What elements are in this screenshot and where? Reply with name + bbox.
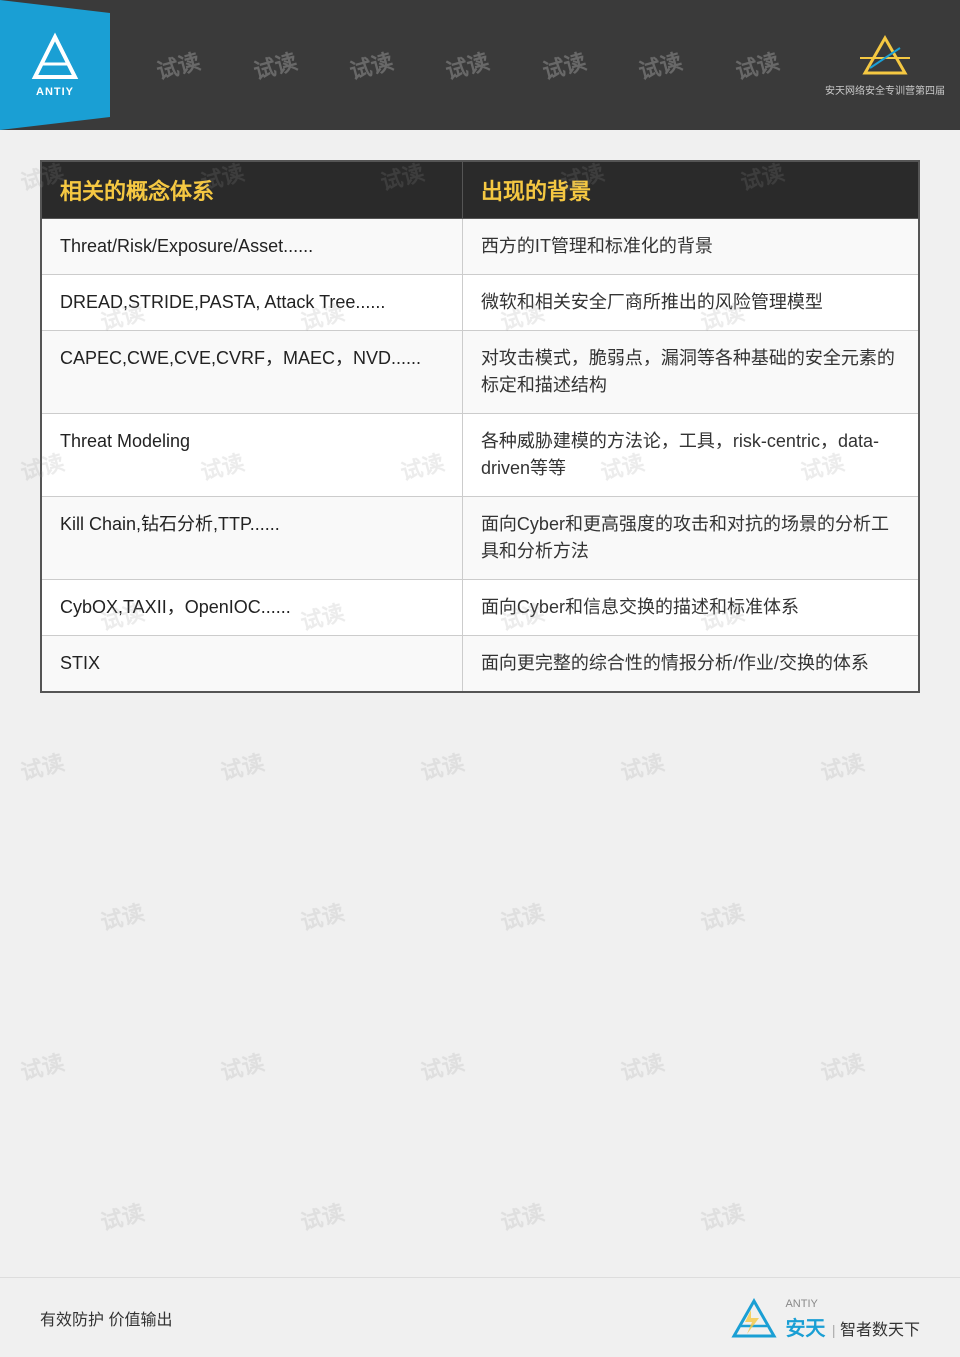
page-wm-21: 试读 [617, 745, 668, 787]
header-wm-5: 试读 [538, 44, 589, 86]
table-cell-right-0: 西方的IT管理和标准化的背景 [462, 219, 919, 275]
page-wm-33: 试读 [297, 1195, 348, 1237]
page-wm-34: 试读 [497, 1195, 548, 1237]
data-table: 相关的概念体系 出现的背景 Threat/Risk/Exposure/Asset… [40, 160, 920, 693]
header-brand: 安天网络安全专训营第四届 [825, 15, 945, 115]
footer-left-text: 有效防护 价值输出 [40, 1306, 172, 1330]
header-wm-4: 试读 [442, 44, 493, 86]
page-wm-29: 试读 [417, 1045, 468, 1087]
table-cell-right-4: 面向Cyber和更高强度的攻击和对抗的场景的分析工具和分析方法 [462, 497, 919, 580]
table-cell-right-6: 面向更完整的综合性的情报分析/作业/交换的体系 [462, 636, 919, 693]
col2-header: 出现的背景 [462, 161, 919, 219]
header-wm-2: 试读 [249, 44, 300, 86]
table-cell-right-1: 微软和相关安全厂商所推出的风险管理模型 [462, 275, 919, 331]
page-wm-18: 试读 [17, 745, 68, 787]
header-wm-1: 试读 [153, 44, 204, 86]
table-cell-left-2: CAPEC,CWE,CVE,CVRF，MAEC，NVD...... [41, 331, 462, 414]
page-wm-22: 试读 [817, 745, 868, 787]
page-wm-20: 试读 [417, 745, 468, 787]
table-cell-left-4: Kill Chain,钻石分析,TTP...... [41, 497, 462, 580]
table-row: DREAD,STRIDE,PASTA, Attack Tree......微软和… [41, 275, 919, 331]
table-cell-left-1: DREAD,STRIDE,PASTA, Attack Tree...... [41, 275, 462, 331]
page-wm-31: 试读 [817, 1045, 868, 1087]
footer-brand-texts: ANTIY 安天 | 智者数天下 [785, 1294, 920, 1341]
footer-antiy-label: ANTIY [785, 1298, 817, 1310]
page-wm-25: 试读 [497, 895, 548, 937]
page-wm-24: 试读 [297, 895, 348, 937]
table-cell-right-2: 对攻击模式，脆弱点，漏洞等各种基础的安全元素的标定和描述结构 [462, 331, 919, 414]
brand-icon [855, 33, 915, 78]
antiy-logo-icon [25, 32, 85, 82]
page-wm-28: 试读 [217, 1045, 268, 1087]
table-cell-right-5: 面向Cyber和信息交换的描述和标准体系 [462, 580, 919, 636]
table-row: Kill Chain,钻石分析,TTP......面向Cyber和更高强度的攻击… [41, 497, 919, 580]
page-wm-19: 试读 [217, 745, 268, 787]
header-wm-7: 试读 [731, 44, 782, 86]
header: ANTIY 试读 试读 试读 试读 试读 试读 试读 安天网络安全专训营第四届 [0, 0, 960, 130]
footer-brand-sub: 智者数天下 [840, 1322, 920, 1339]
page-wm-30: 试读 [617, 1045, 668, 1087]
footer-brand-icon [729, 1298, 779, 1338]
table-cell-left-3: Threat Modeling [41, 414, 462, 497]
table-row: Threat/Risk/Exposure/Asset......西方的IT管理和… [41, 219, 919, 275]
page-wm-27: 试读 [17, 1045, 68, 1087]
table-cell-left-0: Threat/Risk/Exposure/Asset...... [41, 219, 462, 275]
table-row: CAPEC,CWE,CVE,CVRF，MAEC，NVD......对攻击模式，脆… [41, 331, 919, 414]
header-wm-3: 试读 [346, 44, 397, 86]
header-watermarks: 试读 试读 试读 试读 试读 试读 试读 [110, 49, 825, 81]
main-content: 相关的概念体系 出现的背景 Threat/Risk/Exposure/Asset… [0, 130, 960, 723]
logo-box: ANTIY [0, 0, 110, 130]
brand-subtitle: 安天网络安全专训营第四届 [825, 82, 945, 97]
table-row: Threat Modeling各种威胁建模的方法论，工具，risk-centri… [41, 414, 919, 497]
footer: 有效防护 价值输出 ANTIY 安天 | 智者数天下 [0, 1277, 960, 1357]
page-wm-23: 试读 [97, 895, 148, 937]
table-row: CybOX,TAXII，OpenIOC......面向Cyber和信息交换的描述… [41, 580, 919, 636]
page-wm-35: 试读 [697, 1195, 748, 1237]
table-cell-left-6: STIX [41, 636, 462, 693]
col1-header: 相关的概念体系 [41, 161, 462, 219]
logo-text: ANTIY [36, 86, 74, 98]
header-wm-6: 试读 [635, 44, 686, 86]
footer-divider: | [832, 1322, 836, 1338]
footer-brand: ANTIY 安天 | 智者数天下 [729, 1294, 920, 1341]
page-wm-32: 试读 [97, 1195, 148, 1237]
table-row: STIX面向更完整的综合性的情报分析/作业/交换的体系 [41, 636, 919, 693]
table-cell-right-3: 各种威胁建模的方法论，工具，risk-centric，data-driven等等 [462, 414, 919, 497]
table-cell-left-5: CybOX,TAXII，OpenIOC...... [41, 580, 462, 636]
page-wm-26: 试读 [697, 895, 748, 937]
footer-brand-main: 安天 [785, 1318, 825, 1340]
